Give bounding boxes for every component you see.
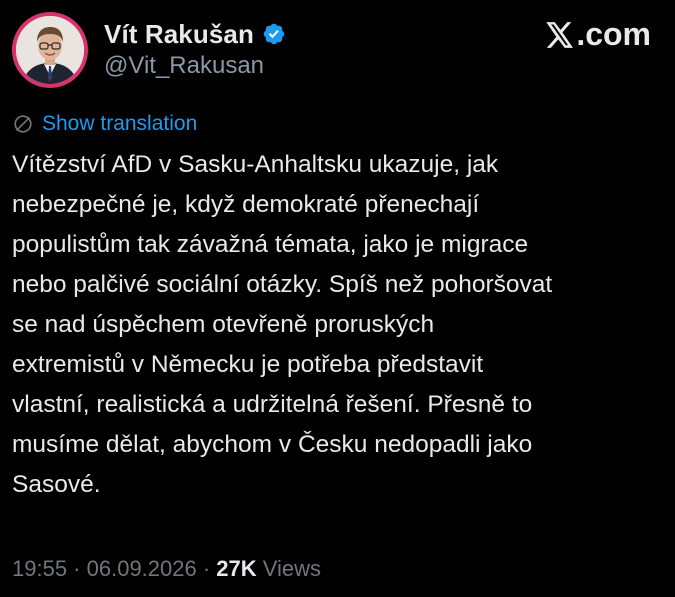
translate-icon [12, 113, 34, 135]
meta-separator-2: · [196, 556, 217, 581]
verified-badge-icon[interactable] [262, 22, 286, 46]
display-name[interactable]: Vít Rakušan [104, 19, 254, 50]
handle[interactable]: @Vit_Rakusan [104, 52, 286, 80]
tweet-card: Vít Rakušan @Vit_Rakusan .com Show trans [0, 0, 675, 597]
views-label: Views [256, 556, 322, 581]
views-count: 27K [216, 556, 257, 581]
tweet-date[interactable]: 06.09.2026 [87, 556, 197, 581]
tweet-meta: 19:55 · 06.09.2026 · 27K Views [12, 556, 321, 582]
show-translation-link[interactable]: Show translation [12, 112, 197, 136]
author-block: Vít Rakušan @Vit_Rakusan [104, 18, 286, 80]
tweet-text: Vítězství AfD v Sasku-Anhaltsku ukazuje,… [12, 151, 553, 498]
avatar-photo [16, 16, 84, 84]
meta-separator: · [67, 556, 87, 581]
name-row: Vít Rakušan [104, 18, 286, 50]
tweet-time[interactable]: 19:55 [12, 556, 67, 581]
show-translation-label: Show translation [42, 112, 198, 135]
avatar[interactable] [12, 12, 88, 88]
site-domain: .com [576, 16, 651, 52]
site-watermark: .com [546, 16, 651, 53]
x-logo-icon [546, 21, 574, 48]
